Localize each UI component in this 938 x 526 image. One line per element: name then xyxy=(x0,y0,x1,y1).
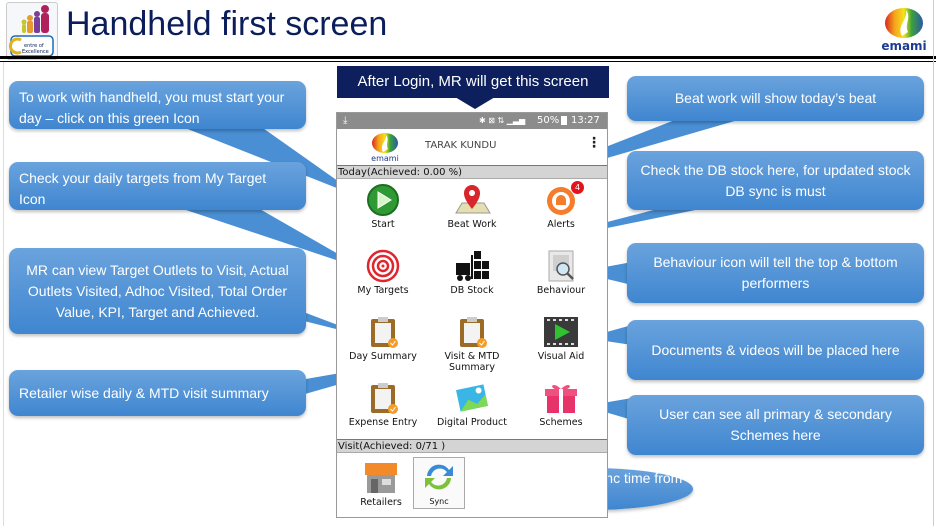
battery-level: 50% xyxy=(537,115,560,126)
callout-targets: Check your daily targets from My Target … xyxy=(9,162,306,210)
download-icon: ⤓ xyxy=(343,115,348,126)
tile-label: Beat Work xyxy=(447,219,497,230)
tile-my-targets[interactable]: My Targets xyxy=(343,249,423,296)
tile-visual-aid[interactable]: Visual Aid xyxy=(521,315,601,362)
forklift-icon xyxy=(452,249,492,283)
tile-sync[interactable]: Sync xyxy=(413,457,465,509)
map-pin-icon xyxy=(452,183,492,217)
tile-start[interactable]: Start xyxy=(343,183,423,230)
callout-beat: Beat work will show today’s beat xyxy=(627,76,924,121)
photo-icon xyxy=(452,381,492,415)
callout-visit-summary: Retailer wise daily & MTD visit summary xyxy=(9,370,306,416)
app-logo: emami xyxy=(371,133,399,163)
status-bar: ⤓ ✱ ⊠ ⇅ ▁▃▅ 50% 13:27 xyxy=(337,113,607,129)
tile-label: Start xyxy=(371,219,395,230)
app-bar: emami TARAK KUNDU ⋮ xyxy=(337,129,607,166)
store-icon xyxy=(361,459,401,495)
tile-retailers[interactable]: Retailers xyxy=(343,459,419,508)
tile-expense-entry[interactable]: Expense Entry xyxy=(343,381,423,428)
tile-label: Digital Product xyxy=(437,417,507,428)
tile-visit-mtd-summary[interactable]: Visit & MTD Summary xyxy=(432,315,512,373)
phone-screen: ⤓ ✱ ⊠ ⇅ ▁▃▅ 50% 13:27 emami TARAK KUNDU … xyxy=(336,112,608,518)
video-icon xyxy=(541,315,581,349)
svg-text:emami: emami xyxy=(371,154,399,163)
callout-day-summary: MR can view Target Outlets to Visit, Act… xyxy=(9,248,306,334)
tile-label: Expense Entry xyxy=(348,417,418,428)
callout-behaviour: Behaviour icon will tell the top & botto… xyxy=(627,243,924,303)
callout-start: To work with handheld, you must start yo… xyxy=(9,81,306,129)
tile-label: Schemes xyxy=(539,417,583,428)
callout-visual-aid: Documents & videos will be placed here xyxy=(627,320,924,380)
tile-db-stock[interactable]: DB Stock xyxy=(432,249,512,296)
visit-section-header: Visit(Achieved: 0/71 ) xyxy=(337,439,607,453)
clipboard-icon xyxy=(452,315,492,349)
tile-label: Behaviour xyxy=(536,285,586,296)
clipboard-icon xyxy=(363,315,403,349)
tile-label: Visit & MTD Summary xyxy=(444,351,500,373)
tile-label: Alerts xyxy=(547,219,575,230)
tile-beat-work[interactable]: Beat Work xyxy=(432,183,512,230)
tile-alerts[interactable]: 4 Alerts xyxy=(521,181,601,230)
today-section-header: Today(Achieved: 0.00 %) xyxy=(337,165,607,179)
tile-behaviour[interactable]: Behaviour xyxy=(521,249,601,296)
signal-icons: ✱ ⊠ ⇅ ▁▃▅ xyxy=(479,116,526,125)
sync-icon xyxy=(419,460,459,494)
tile-label: Retailers xyxy=(360,497,402,508)
play-icon xyxy=(363,183,403,217)
tile-label: Sync xyxy=(429,497,449,506)
overflow-menu-icon[interactable]: ⋮ xyxy=(587,135,601,151)
callout-schemes: User can see all primary & secondary Sch… xyxy=(627,395,924,455)
tile-label: Day Summary xyxy=(349,351,417,362)
magnifier-icon xyxy=(541,249,581,283)
tile-label: Visual Aid xyxy=(537,351,585,362)
battery-icon xyxy=(561,116,567,125)
clipboard-icon xyxy=(363,381,403,415)
tile-day-summary[interactable]: Day Summary xyxy=(343,315,423,362)
tile-schemes[interactable]: Schemes xyxy=(521,381,601,428)
tile-digital-product[interactable]: Digital Product xyxy=(432,381,512,428)
tile-label: My Targets xyxy=(357,285,409,296)
target-icon xyxy=(363,249,403,283)
clock: 13:27 xyxy=(571,115,600,126)
callout-db-stock: Check the DB stock here, for updated sto… xyxy=(627,151,924,210)
gift-icon xyxy=(541,381,581,415)
alerts-badge: 4 xyxy=(571,181,584,194)
user-name: TARAK KUNDU xyxy=(425,140,497,151)
tile-label: DB Stock xyxy=(450,285,494,296)
alarm-icon: 4 xyxy=(541,181,584,217)
